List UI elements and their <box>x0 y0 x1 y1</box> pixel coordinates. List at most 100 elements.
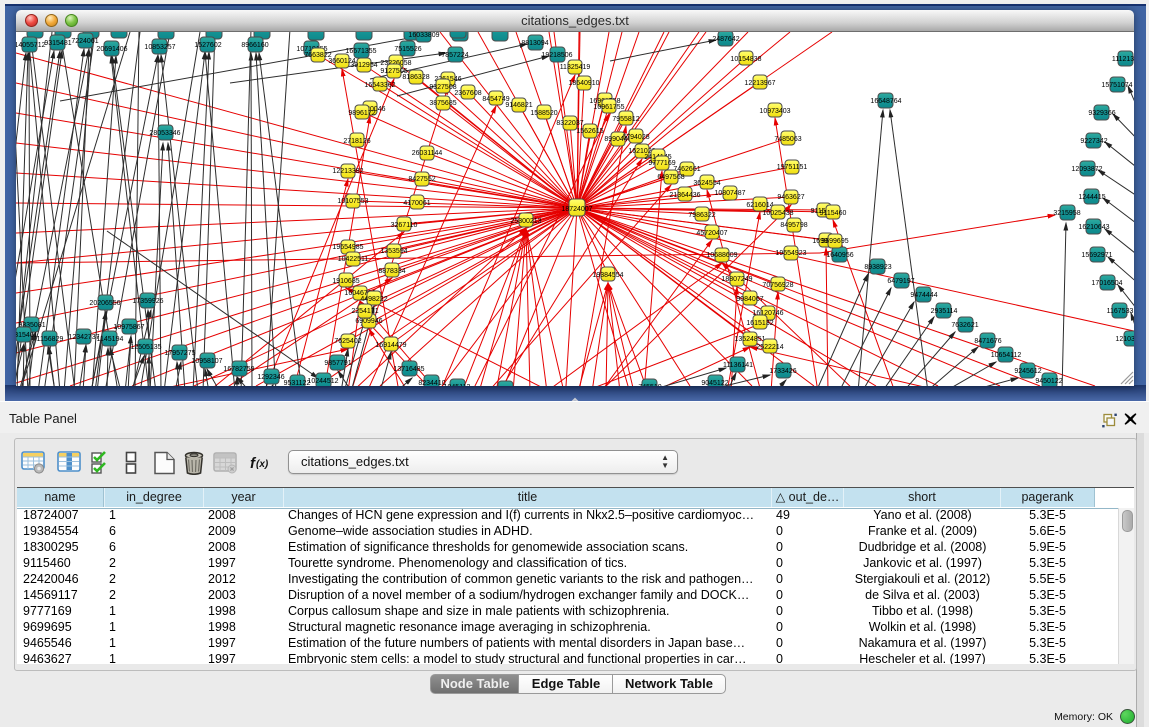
svg-text:17359926: 17359926 <box>132 298 163 305</box>
svg-text:16543362: 16543362 <box>364 82 395 89</box>
svg-text:7625402: 7625402 <box>334 338 361 345</box>
svg-text:2522214: 2522214 <box>756 344 783 351</box>
svg-text:17957275: 17957275 <box>164 350 195 357</box>
svg-text:2718126: 2718126 <box>343 138 370 145</box>
svg-text:8495798: 8495798 <box>780 222 807 229</box>
svg-text:13716485: 13716485 <box>393 366 424 373</box>
svg-text:16782759: 16782759 <box>223 366 254 373</box>
svg-text:9146821: 9146821 <box>505 102 532 109</box>
svg-text:16914479: 16914479 <box>375 342 406 349</box>
svg-text:9463627: 9463627 <box>777 194 804 201</box>
svg-text:1353594: 1353594 <box>380 248 407 255</box>
svg-text:20206556: 20206556 <box>89 300 120 307</box>
svg-text:2367608: 2367608 <box>454 90 481 97</box>
svg-text:16671355: 16671355 <box>345 48 376 55</box>
svg-text:7485063: 7485063 <box>774 136 801 143</box>
svg-text:9327508: 9327508 <box>429 84 456 91</box>
svg-text:7224061: 7224061 <box>71 38 98 45</box>
svg-text:6216014: 6216014 <box>746 202 773 209</box>
svg-text:6909946: 6909946 <box>355 318 382 325</box>
svg-text:1167533: 1167533 <box>1107 308 1134 315</box>
svg-text:12213382: 12213382 <box>332 168 363 175</box>
svg-text:7515526: 7515526 <box>394 46 421 53</box>
svg-text:10244512: 10244512 <box>307 378 338 385</box>
svg-text:3875685: 3875685 <box>429 100 456 107</box>
svg-text:9115460: 9115460 <box>820 210 847 217</box>
svg-text:21364436: 21364436 <box>669 192 700 199</box>
svg-text:19384554: 19384554 <box>592 272 623 279</box>
svg-text:70756928: 70756928 <box>762 282 793 289</box>
svg-text:8966160: 8966160 <box>241 42 268 49</box>
svg-text:12505135: 12505135 <box>130 344 161 351</box>
svg-text:8234410: 8234410 <box>418 380 445 386</box>
svg-text:10975867: 10975867 <box>113 324 144 331</box>
svg-text:10961755: 10961755 <box>593 104 624 111</box>
svg-text:45720407: 45720407 <box>696 230 727 237</box>
svg-text:3267110: 3267110 <box>391 222 418 229</box>
svg-text:10958107: 10958107 <box>191 358 222 365</box>
svg-text:11136141: 11136141 <box>723 362 753 369</box>
svg-text:9777169: 9777169 <box>648 160 675 167</box>
svg-text:2487642: 2487642 <box>712 36 739 43</box>
svg-text:19654923: 19654923 <box>775 250 806 257</box>
svg-text:18640910: 18640910 <box>568 80 599 87</box>
svg-text:1527602: 1527602 <box>194 42 221 49</box>
svg-text:16210643: 16210643 <box>1078 224 1109 231</box>
svg-text:7955812: 7955812 <box>612 116 639 123</box>
svg-text:8813094: 8813094 <box>521 40 548 47</box>
svg-text:9227342: 9227342 <box>1080 138 1107 145</box>
svg-text:10853257: 10853257 <box>144 44 175 51</box>
svg-text:10154838: 10154838 <box>730 56 761 63</box>
svg-text:1145194: 1145194 <box>97 336 124 343</box>
svg-text:2935114: 2935114 <box>931 308 958 315</box>
svg-text:(x): (x) <box>256 459 269 470</box>
svg-text:1244415: 1244415 <box>1078 194 1105 201</box>
svg-text:10688609: 10688609 <box>706 252 737 259</box>
svg-text:16648764: 16648764 <box>870 98 901 105</box>
svg-text:9045122: 9045122 <box>701 380 728 386</box>
svg-text:17016504: 17016504 <box>1091 280 1122 287</box>
svg-text:19218506: 19218506 <box>541 52 572 59</box>
svg-text:1910685: 1910685 <box>332 278 359 285</box>
svg-text:9699695: 9699695 <box>821 238 848 245</box>
svg-text:1615132: 1615132 <box>746 320 773 327</box>
svg-text:10807487: 10807487 <box>714 190 745 197</box>
svg-text:16033809: 16033809 <box>408 32 439 39</box>
svg-text:8322037: 8322037 <box>556 120 583 127</box>
svg-text:1640956: 1640956 <box>826 252 853 259</box>
svg-text:12342737: 12342737 <box>68 334 99 341</box>
svg-text:10025438: 10025438 <box>762 210 793 217</box>
svg-text:1562615: 1562615 <box>576 128 603 135</box>
svg-text:9315401: 9315401 <box>16 332 38 339</box>
svg-text:9857791: 9857791 <box>324 360 351 367</box>
svg-text:20691406: 20691406 <box>96 46 127 53</box>
svg-text:1112131: 1112131 <box>1112 56 1134 63</box>
svg-text:4170061: 4170061 <box>403 200 430 207</box>
svg-text:8471676: 8471676 <box>974 338 1001 345</box>
svg-text:3912954: 3912954 <box>350 62 377 69</box>
svg-text:1045112: 1045112 <box>444 384 471 386</box>
svg-text:3215958: 3215958 <box>1053 210 1080 217</box>
svg-text:7857224: 7857224 <box>441 52 468 59</box>
svg-text:9315481: 9315481 <box>44 40 71 47</box>
svg-text:1292346: 1292346 <box>257 374 284 381</box>
svg-text:19654985: 19654985 <box>332 244 363 251</box>
svg-text:1156829: 1156829 <box>37 336 64 343</box>
svg-text:9084067: 9084067 <box>736 296 763 303</box>
svg-text:18724007: 18724007 <box>561 206 592 213</box>
svg-text:9896172: 9896172 <box>348 110 375 117</box>
svg-text:7632621: 7632621 <box>951 322 978 329</box>
svg-text:28053346: 28053346 <box>149 130 180 137</box>
svg-text:11325419: 11325419 <box>560 64 591 71</box>
svg-text:19751151: 19751151 <box>777 164 808 171</box>
svg-text:9245612: 9245612 <box>1014 368 1041 375</box>
svg-text:10422511: 10422511 <box>338 256 369 263</box>
svg-text:6479197: 6479197 <box>887 278 914 285</box>
svg-text:8938923: 8938923 <box>864 264 891 271</box>
svg-text:9450122: 9450122 <box>1035 378 1062 385</box>
svg-text:9329366: 9329366 <box>1088 110 1115 117</box>
svg-text:26031144: 26031144 <box>412 150 443 157</box>
svg-text:15751074: 15751074 <box>1101 82 1132 89</box>
svg-text:1588520: 1588520 <box>530 110 557 117</box>
svg-text:8878334: 8878334 <box>378 268 405 275</box>
